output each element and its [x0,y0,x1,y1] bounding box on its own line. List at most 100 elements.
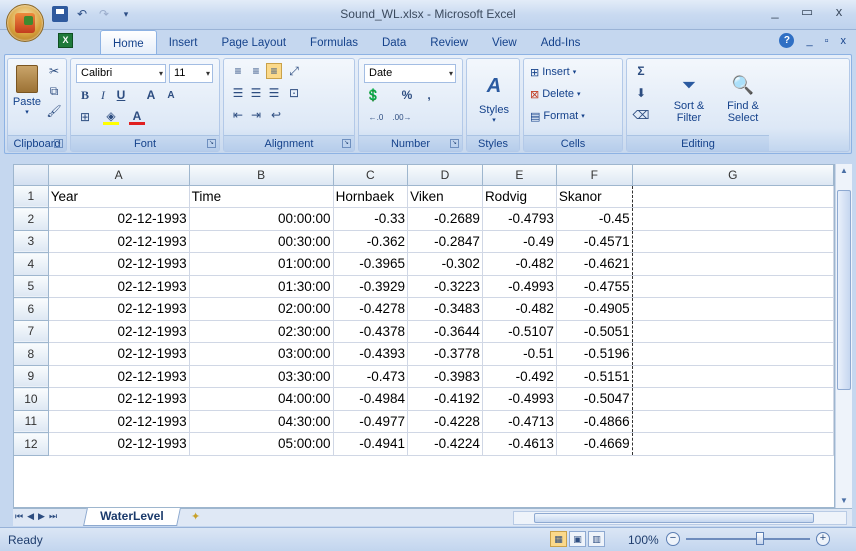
first-sheet-icon[interactable]: ⏮ [15,511,23,522]
cell[interactable]: -0.4228 [407,410,483,433]
next-sheet-icon[interactable]: ▶ [38,511,45,522]
page-break-view-icon[interactable]: ▥ [588,531,605,547]
comma-style-icon[interactable]: , [421,87,437,103]
cell[interactable]: 02-12-1993 [48,342,190,366]
cell[interactable]: -0.33 [333,207,409,231]
cell[interactable]: -0.4977 [333,410,409,433]
zoom-slider-thumb[interactable] [756,532,764,545]
cell[interactable]: 02:30:00 [189,320,334,343]
cell[interactable]: -0.5151 [556,365,633,388]
cell[interactable] [632,432,834,456]
bold-icon[interactable]: B [77,87,93,103]
find-select-button[interactable]: 🔍 Find & Select [717,61,769,137]
cell[interactable]: -0.3929 [333,275,409,298]
merge-center-icon[interactable]: ⊡ [286,85,302,101]
cell[interactable]: 00:30:00 [189,230,334,253]
tab-review[interactable]: Review [418,30,480,54]
row-header[interactable]: 9 [14,365,49,388]
alignment-launcher-icon[interactable]: ↘ [342,139,351,148]
zoom-slider-track[interactable] [686,538,810,540]
cell[interactable]: -0.4713 [482,410,557,433]
zoom-in-button[interactable]: + [816,532,830,546]
increase-decimal-icon[interactable]: ←.0 [365,109,387,125]
orientation-icon[interactable]: ⤢ [286,63,302,79]
row-header[interactable]: 12 [14,432,49,456]
cell[interactable]: 02-12-1993 [48,432,190,456]
cell[interactable]: 02-12-1993 [48,275,190,298]
cell[interactable]: -0.5047 [556,387,633,411]
tab-add-ins[interactable]: Add-Ins [529,30,593,54]
vertical-scroll-thumb[interactable] [837,190,851,390]
cell[interactable]: -0.3223 [407,275,483,298]
cell[interactable]: -0.2689 [407,207,483,231]
cell[interactable]: -0.3644 [407,320,483,343]
cell[interactable]: -0.51 [482,342,557,366]
cell[interactable]: 02-12-1993 [48,320,190,343]
italic-icon[interactable]: I [95,87,111,103]
increase-indent-icon[interactable]: ⇥ [248,107,264,123]
cell[interactable]: Year [48,185,190,208]
cell[interactable]: 01:30:00 [189,275,334,298]
fill-color-icon[interactable]: ◈ [103,109,119,125]
horizontal-scroll-thumb[interactable] [534,513,814,523]
cut-icon[interactable]: ✂ [46,63,62,79]
cell[interactable]: -0.4669 [556,432,633,456]
cell[interactable]: -0.3983 [407,365,483,388]
cell[interactable]: -0.2847 [407,230,483,253]
cell[interactable]: -0.4755 [556,275,633,298]
row-header[interactable]: 8 [14,342,49,366]
grow-font-icon[interactable]: A [143,87,159,103]
last-sheet-icon[interactable]: ⏭ [49,511,57,522]
prev-sheet-icon[interactable]: ◀ [27,511,34,522]
cell[interactable]: -0.482 [482,297,557,321]
cell[interactable] [632,185,834,208]
tab-page-layout[interactable]: Page Layout [209,30,298,54]
font-launcher-icon[interactable]: ↘ [207,139,216,148]
cell[interactable] [632,207,834,231]
row-header[interactable]: 6 [14,297,49,321]
cell[interactable] [632,320,834,343]
cell[interactable]: -0.4278 [333,297,409,321]
cell[interactable] [632,410,834,433]
cell[interactable]: -0.45 [556,207,633,231]
cell[interactable]: Rodvig [482,185,557,208]
shrink-font-icon[interactable]: A [163,87,179,103]
cell[interactable]: -0.4613 [482,432,557,456]
cell[interactable]: -0.4866 [556,410,633,433]
office-button[interactable] [6,4,44,42]
cell[interactable]: 03:00:00 [189,342,334,366]
column-header-a[interactable]: A [48,165,190,186]
column-header-c[interactable]: C [333,165,409,186]
cell[interactable]: -0.49 [482,230,557,253]
cell[interactable]: 02-12-1993 [48,410,190,433]
column-header-f[interactable]: F [556,165,633,186]
cell[interactable] [632,252,834,276]
wrap-text-icon[interactable]: ↩ [268,107,284,123]
tab-insert[interactable]: Insert [157,30,210,54]
cell[interactable]: -0.492 [482,365,557,388]
cell[interactable]: Hornbaek [333,185,409,208]
cell[interactable]: 02-12-1993 [48,297,190,321]
scroll-up-icon[interactable]: ▲ [836,164,852,178]
decrease-indent-icon[interactable]: ⇤ [230,107,246,123]
workbook-restore-button[interactable]: ▫ [825,35,829,47]
select-all-corner[interactable] [14,165,49,186]
tab-data[interactable]: Data [370,30,418,54]
normal-view-icon[interactable]: ▦ [550,531,567,547]
font-name-select[interactable]: Calibri ▾ [76,64,166,83]
cell[interactable]: -0.4993 [482,275,557,298]
align-center-icon[interactable]: ☰ [248,85,264,101]
cell[interactable]: -0.5107 [482,320,557,343]
autosum-icon[interactable]: Σ [633,63,649,79]
cell[interactable]: -0.4984 [333,387,409,411]
cell[interactable]: 02:00:00 [189,297,334,321]
clear-icon[interactable]: ⌫ [633,107,650,123]
page-layout-view-icon[interactable]: ▣ [569,531,586,547]
cell[interactable]: -0.4993 [482,387,557,411]
fill-icon[interactable]: ⬇ [633,85,649,101]
cell[interactable]: -0.5196 [556,342,633,366]
align-bottom-icon[interactable]: ≡ [266,63,282,79]
cell[interactable]: -0.4393 [333,342,409,366]
borders-icon[interactable]: ⊞ [77,109,93,125]
cell[interactable] [632,275,834,298]
